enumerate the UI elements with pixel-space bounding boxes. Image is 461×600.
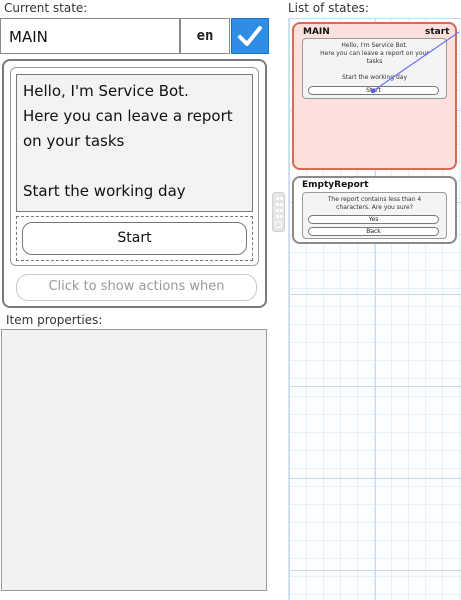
confirm-button[interactable]: [231, 18, 269, 54]
checkmark-icon: [238, 26, 262, 46]
item-properties-panel: [1, 329, 267, 591]
list-of-states-label: List of states:: [288, 1, 369, 15]
item-properties-label: Item properties:: [6, 313, 103, 327]
state-button[interactable]: Yes: [308, 215, 439, 224]
language-field[interactable]: en: [180, 18, 230, 54]
connector-line: [372, 31, 460, 92]
current-state-label: Current state:: [4, 1, 88, 15]
state-name-field[interactable]: MAIN: [0, 18, 180, 54]
connector-anchor: [370, 88, 376, 94]
state-message-text: The report contains less than 4 characte…: [327, 196, 422, 211]
show-actions-button[interactable]: Click to show actions when: [16, 274, 257, 301]
state-button[interactable]: Back: [308, 227, 439, 236]
message-text[interactable]: Hello, I'm Service Bot. Here you can lea…: [16, 74, 253, 212]
transition-connector: [370, 31, 460, 94]
start-button[interactable]: Start: [22, 222, 247, 255]
state-title: EmptyReport: [302, 180, 369, 190]
drag-handle-icon[interactable]: [272, 192, 285, 232]
